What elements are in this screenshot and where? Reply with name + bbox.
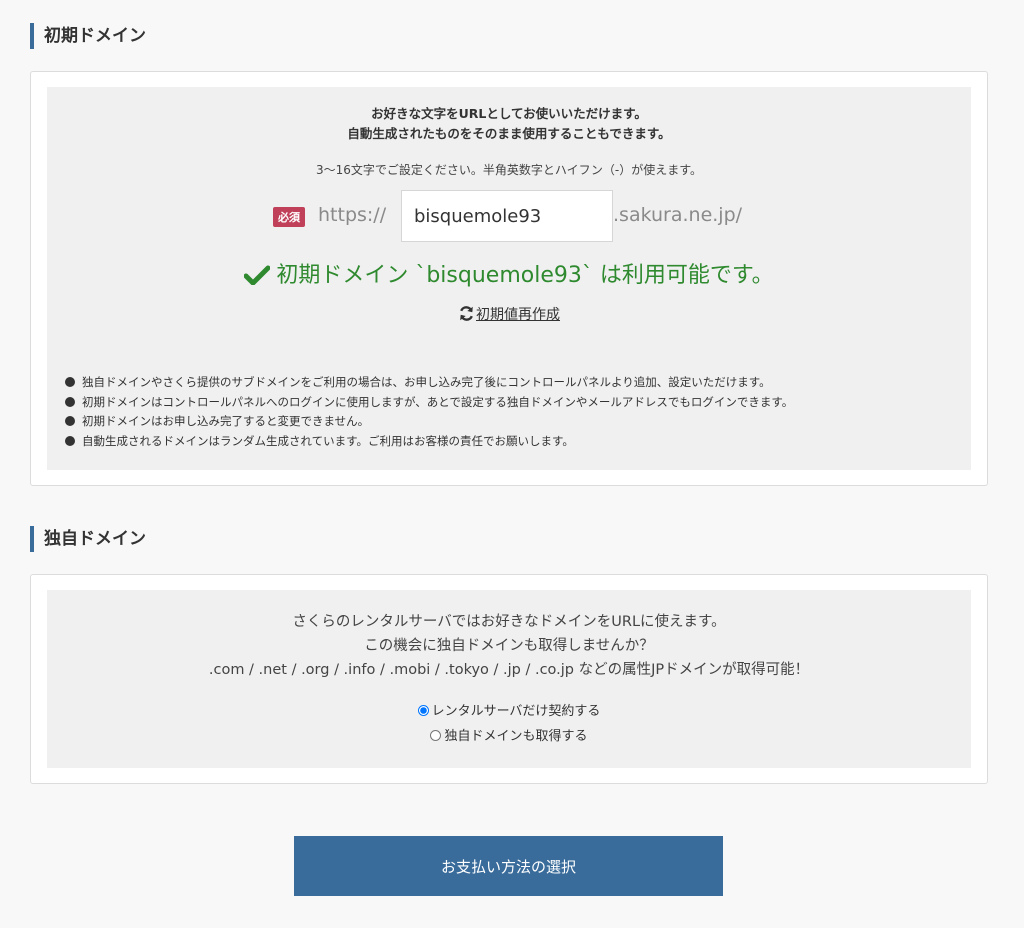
custom-domain-promo: さくらのレンタルサーバではお好きなドメインをURLに使えます。 この機会に独自ド… — [47, 610, 971, 682]
custom-domain-heading: 独自ドメイン — [30, 526, 146, 552]
custom-domain-card: さくらのレンタルサーバではお好きなドメインをURLに使えます。 この機会に独自ド… — [30, 574, 988, 784]
bullet-dot-icon — [65, 396, 75, 407]
input-hint: 3〜16文字でご設定ください。半角英数字とハイフン（-）が使えます。 — [315, 163, 703, 177]
note-item: 初期ドメインはお申し込み完了すると変更できません。 — [65, 412, 961, 432]
required-badge: 必須 — [273, 207, 305, 227]
select-payment-button[interactable]: お支払い方法の選択 — [294, 836, 723, 896]
availability-status: 初期ドメイン `bisquemole93` は利用可能です。 — [47, 257, 971, 289]
promo-line-2: この機会に独自ドメインも取得しませんか？ — [364, 638, 654, 654]
with-domain-radio[interactable] — [430, 730, 442, 741]
lead-line-1: お好きな文字をURLとしてお使いいただけます。 — [371, 106, 647, 121]
domain-input-row: 必須 https:// .sakura.ne.jp/ — [47, 190, 971, 244]
initial-domain-card: お好きな文字をURLとしてお使いいただけます。 自動生成されたものをそのまま使用… — [30, 71, 988, 486]
promo-line-1: さくらのレンタルサーバではお好きなドメインをURLに使えます。 — [292, 614, 726, 630]
note-item: 自動生成されるドメインはランダム生成されています。ご利用はお客様の責任でお願いし… — [65, 432, 961, 452]
server-only-radio[interactable] — [417, 705, 429, 716]
regenerate-label: 初期値再作成 — [476, 307, 560, 323]
initial-domain-notes: 独自ドメインやさくら提供のサブドメインをご利用の場合は、お申し込み完了後にコント… — [65, 373, 961, 451]
availability-message: 初期ドメイン `bisquemole93` は利用可能です。 — [276, 263, 774, 288]
initial-domain-panel: お好きな文字をURLとしてお使いいただけます。 自動生成されたものをそのまま使用… — [47, 87, 971, 470]
option-server-only[interactable]: レンタルサーバだけ契約する — [417, 704, 600, 719]
lead-line-2: 自動生成されたものをそのまま使用することもできます。 — [347, 126, 671, 141]
domain-option-group: レンタルサーバだけ契約する 独自ドメインも取得する — [47, 699, 971, 749]
bullet-dot-icon — [65, 416, 75, 426]
check-icon — [243, 263, 276, 288]
regenerate-link[interactable]: 初期値再作成 — [458, 306, 560, 323]
bullet-dot-icon — [65, 435, 75, 446]
note-item: 初期ドメインはコントロールパネルへのログインに使用しますが、あとで設定する独自ド… — [65, 393, 961, 413]
custom-domain-panel: さくらのレンタルサーバではお好きなドメインをURLに使えます。 この機会に独自ド… — [47, 590, 971, 768]
initial-domain-input[interactable] — [401, 190, 613, 242]
option-with-domain[interactable]: 独自ドメインも取得する — [430, 729, 588, 744]
promo-line-3: .com / .net / .org / .info / .mobi / .to… — [208, 662, 810, 678]
note-item: 独自ドメインやさくら提供のサブドメインをご利用の場合は、お申し込み完了後にコント… — [65, 373, 961, 393]
refresh-icon — [458, 306, 476, 323]
initial-domain-lead: お好きな文字をURLとしてお使いいただけます。 自動生成されたものをそのまま使用… — [47, 104, 971, 144]
regenerate-row: 初期値再作成 — [47, 304, 971, 324]
bullet-dot-icon — [65, 377, 75, 387]
url-suffix: .sakura.ne.jp/ — [613, 204, 743, 226]
url-prefix: https:// — [318, 204, 387, 226]
initial-domain-heading: 初期ドメイン — [30, 23, 146, 49]
